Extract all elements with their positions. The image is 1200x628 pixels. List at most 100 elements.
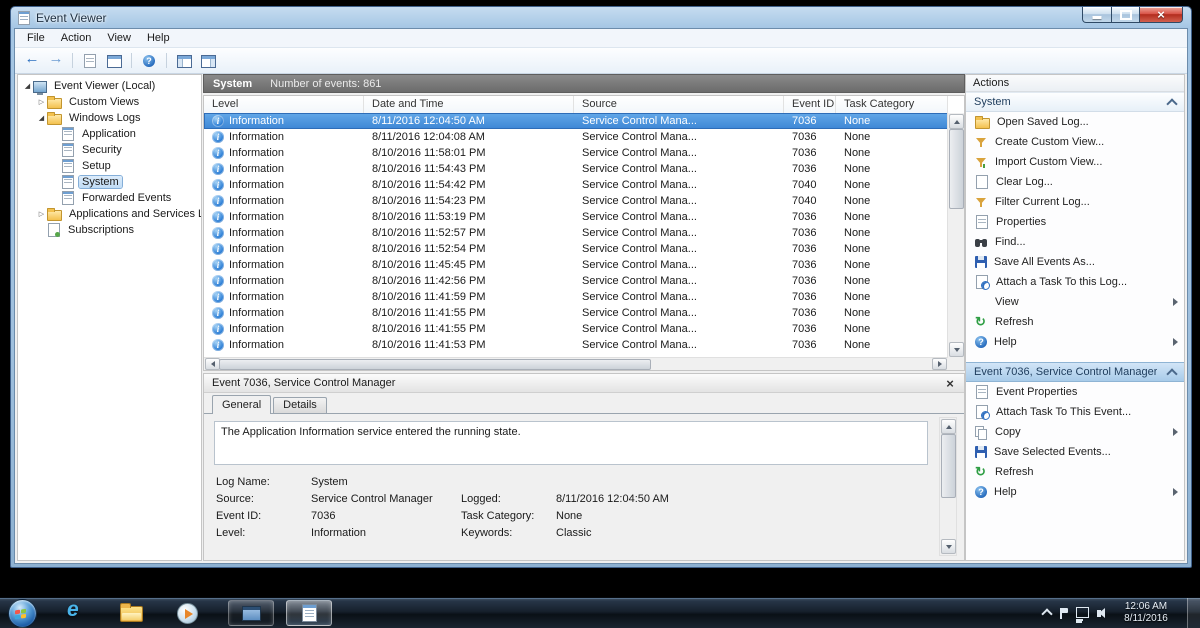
table-row[interactable]: Information8/10/2016 11:41:53 PMService … [204, 337, 948, 353]
action-view[interactable]: View [966, 292, 1184, 312]
show-desktop-button[interactable] [1187, 598, 1200, 628]
action-section-event-7036-service-control-manager[interactable]: Event 7036, Service Control Manager [966, 362, 1184, 382]
action-refresh[interactable]: Refresh [966, 312, 1184, 332]
action-open-saved-log[interactable]: Open Saved Log... [966, 112, 1184, 132]
action-help[interactable]: Help [966, 332, 1184, 352]
action-clear-log[interactable]: Clear Log... [966, 172, 1184, 192]
tree-item-application[interactable]: Application [18, 126, 201, 142]
table-row[interactable]: Information8/11/2016 12:04:50 AMService … [204, 113, 948, 129]
action-import-custom-view[interactable]: Import Custom View... [966, 152, 1184, 172]
tree-item-setup[interactable]: Setup [18, 158, 201, 174]
toolbar-button-document-icon[interactable] [79, 51, 101, 71]
start-button[interactable] [8, 599, 37, 628]
table-row[interactable]: Information8/10/2016 11:54:43 PMService … [204, 161, 948, 177]
column-header-task-category[interactable]: Task Category [836, 96, 948, 113]
vertical-scrollbar[interactable] [947, 113, 964, 358]
tab-general[interactable]: General [212, 395, 271, 414]
taskbar-explorer-button[interactable] [108, 600, 154, 626]
preview-scrollbar-thumb[interactable] [941, 434, 956, 498]
expand-expander-icon[interactable] [36, 210, 47, 218]
close-preview-icon[interactable] [942, 376, 958, 391]
action-copy[interactable]: Copy [966, 422, 1184, 442]
cell-source: Service Control Mana... [574, 323, 784, 335]
table-row[interactable]: Information8/11/2016 12:04:08 AMService … [204, 129, 948, 145]
menu-file[interactable]: File [19, 31, 53, 45]
menu-help[interactable]: Help [139, 31, 178, 45]
horizontal-scrollbar-thumb[interactable] [219, 359, 651, 370]
tree-item-subscriptions[interactable]: Subscriptions [18, 222, 201, 238]
collapse-expander-icon[interactable] [36, 114, 47, 122]
taskbar-event-viewer-button[interactable] [286, 600, 332, 626]
table-row[interactable]: Information8/10/2016 11:52:54 PMService … [204, 241, 948, 257]
tree-item-event-viewer-local[interactable]: Event Viewer (Local) [18, 78, 201, 94]
cell-event-id: 7036 [784, 259, 836, 271]
tree-item-forwarded-events[interactable]: Forwarded Events [18, 190, 201, 206]
action-refresh[interactable]: Refresh [966, 462, 1184, 482]
taskbar-media-player-button[interactable] [164, 600, 210, 626]
scroll-right-button[interactable] [932, 358, 947, 370]
collapse-expander-icon[interactable] [22, 82, 33, 90]
expand-expander-icon[interactable] [36, 98, 47, 106]
window-titlebar[interactable]: Event Viewer [11, 7, 1191, 28]
tab-details[interactable]: Details [273, 397, 327, 413]
menu-view[interactable]: View [99, 31, 139, 45]
table-row[interactable]: Information8/10/2016 11:42:56 PMService … [204, 273, 948, 289]
action-properties[interactable]: Properties [966, 212, 1184, 232]
action-attach-task-to-this-event[interactable]: Attach Task To This Event... [966, 402, 1184, 422]
horizontal-scrollbar[interactable] [204, 357, 948, 370]
preview-scrollbar[interactable] [939, 417, 957, 556]
table-row[interactable]: Information8/10/2016 11:54:42 PMService … [204, 177, 948, 193]
action-help[interactable]: Help [966, 482, 1184, 502]
table-row[interactable]: Information8/10/2016 11:41:59 PMService … [204, 289, 948, 305]
event-description[interactable]: The Application Information service ente… [214, 421, 928, 465]
action-save-selected-events[interactable]: Save Selected Events... [966, 442, 1184, 462]
tree-item-system[interactable]: System [18, 174, 201, 190]
action-center-flag-icon[interactable] [1059, 608, 1068, 619]
preview-scroll-up-button[interactable] [941, 419, 956, 434]
tree-item-applications-and-services-lo[interactable]: Applications and Services Lo [18, 206, 201, 222]
scroll-left-button[interactable] [205, 358, 220, 370]
table-row[interactable]: Information8/10/2016 11:41:55 PMService … [204, 321, 948, 337]
table-row[interactable]: Information8/10/2016 11:53:19 PMService … [204, 209, 948, 225]
table-row[interactable]: Information8/10/2016 11:52:57 PMService … [204, 225, 948, 241]
toolbar-button-help-icon[interactable] [138, 51, 160, 71]
action-create-custom-view[interactable]: Create Custom View... [966, 132, 1184, 152]
toolbar-button-forward-arrow-icon[interactable] [44, 51, 66, 71]
cell-event-id: 7040 [784, 195, 836, 207]
toolbar-button-window-icon[interactable] [103, 51, 125, 71]
tray-expand-icon[interactable] [1041, 608, 1052, 619]
table-row[interactable]: Information8/10/2016 11:58:01 PMService … [204, 145, 948, 161]
action-filter-current-log[interactable]: Filter Current Log... [966, 192, 1184, 212]
toolbar-button-action-pane-icon[interactable] [197, 51, 219, 71]
column-header-event-id[interactable]: Event ID [784, 96, 836, 113]
action-find[interactable]: Find... [966, 232, 1184, 252]
menu-action[interactable]: Action [53, 31, 100, 45]
action-section-system[interactable]: System [966, 92, 1184, 112]
table-row[interactable]: Information8/10/2016 11:45:45 PMService … [204, 257, 948, 273]
taskbar-app-button[interactable] [228, 600, 274, 626]
tree-item-security[interactable]: Security [18, 142, 201, 158]
volume-icon[interactable] [1097, 610, 1101, 617]
toolbar-button-console-tree-icon[interactable] [173, 51, 195, 71]
taskbar-clock[interactable]: 12:06 AM 8/11/2016 [1113, 601, 1179, 625]
column-header-level[interactable]: Level [204, 96, 364, 113]
column-header-source[interactable]: Source [574, 96, 784, 113]
table-row[interactable]: Information8/10/2016 11:41:55 PMService … [204, 305, 948, 321]
maximize-button[interactable] [1112, 7, 1139, 23]
preview-scroll-down-button[interactable] [941, 539, 956, 554]
column-header-date-and-time[interactable]: Date and Time [364, 96, 574, 113]
action-attach-a-task-to-this-log[interactable]: Attach a Task To this Log... [966, 272, 1184, 292]
action-save-all-events-as[interactable]: Save All Events As... [966, 252, 1184, 272]
scroll-down-button[interactable] [949, 342, 964, 357]
tree-item-windows-logs[interactable]: Windows Logs [18, 110, 201, 126]
minimize-button[interactable] [1082, 7, 1112, 23]
toolbar-button-back-arrow-icon[interactable] [20, 51, 42, 71]
scroll-up-button[interactable] [949, 114, 964, 129]
action-event-properties[interactable]: Event Properties [966, 382, 1184, 402]
network-icon[interactable] [1076, 607, 1089, 618]
close-button[interactable] [1139, 7, 1183, 23]
taskbar-internet-explorer-button[interactable] [52, 600, 98, 626]
scrollbar-thumb[interactable] [949, 129, 964, 209]
tree-item-custom-views[interactable]: Custom Views [18, 94, 201, 110]
table-row[interactable]: Information8/10/2016 11:54:23 PMService … [204, 193, 948, 209]
